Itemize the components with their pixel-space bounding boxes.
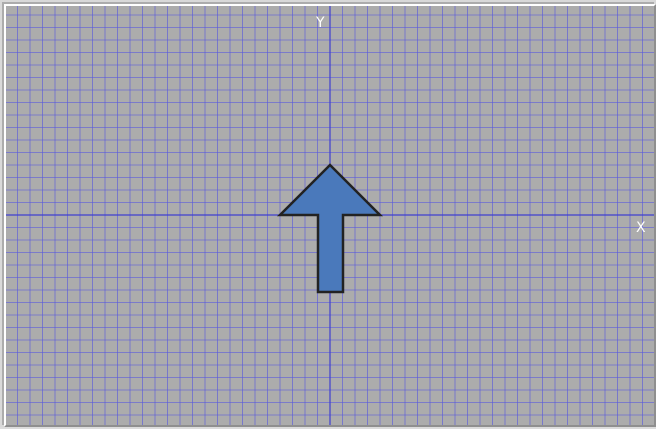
graph-window: Y X: [0, 0, 656, 427]
coordinate-plane: Y X: [6, 6, 654, 425]
up-arrow-shape[interactable]: [276, 163, 384, 294]
y-axis-label: Y: [315, 15, 325, 31]
x-axis-label: X: [636, 220, 646, 236]
